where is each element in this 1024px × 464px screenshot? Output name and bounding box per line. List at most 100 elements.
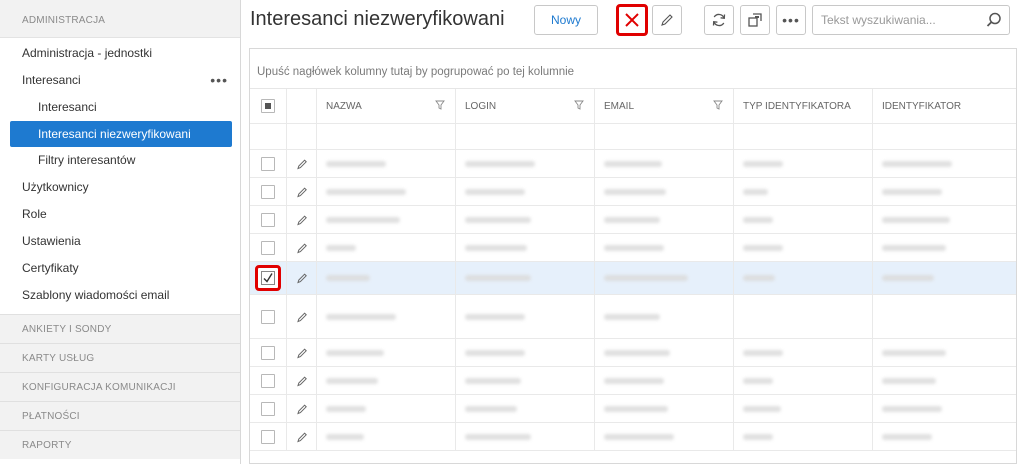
table-row[interactable] xyxy=(250,178,1016,206)
table-row[interactable] xyxy=(250,262,1016,295)
sidebar-item-administracja-jednostki[interactable]: Administracja - jednostki xyxy=(0,40,240,67)
new-button[interactable]: Nowy xyxy=(534,5,598,35)
filter-input-typ[interactable] xyxy=(734,124,873,149)
table-row[interactable] xyxy=(250,295,1016,339)
section-header-konfiguracja[interactable]: KONFIGURACJA KOMUNIKACJI xyxy=(0,372,240,401)
filter-input-identyfikator[interactable] xyxy=(873,124,1016,149)
row-edit-button[interactable] xyxy=(287,423,317,450)
redacted-value xyxy=(465,313,525,320)
filter-input-nazwa[interactable] xyxy=(317,124,456,149)
table-row[interactable] xyxy=(250,206,1016,234)
row-checkbox[interactable] xyxy=(261,156,275,171)
redacted-value xyxy=(743,244,783,251)
row-edit-button[interactable] xyxy=(287,150,317,177)
row-checkbox[interactable] xyxy=(261,373,275,388)
filter-input-email[interactable] xyxy=(595,124,734,149)
sidebar-sections: ANKIETY I SONDY KARTY USŁUG KONFIGURACJA… xyxy=(0,314,240,459)
row-edit-button[interactable] xyxy=(287,234,317,261)
redacted-value xyxy=(882,188,942,195)
column-header-login[interactable]: LOGIN xyxy=(456,89,595,123)
column-header-typ-identyfikatora[interactable]: TYP IDENTYFIKATORA xyxy=(734,89,873,123)
section-header-platnosci[interactable]: PŁATNOŚCI xyxy=(0,401,240,430)
group-panel[interactable]: Upuść nagłówek kolumny tutaj by pogrupow… xyxy=(250,49,1016,89)
table-cell xyxy=(873,367,1016,394)
sidebar-item-role[interactable]: Role xyxy=(0,201,240,228)
row-checkbox[interactable] xyxy=(261,401,275,416)
section-header-raporty[interactable]: RAPORTY xyxy=(0,430,240,459)
refresh-button[interactable] xyxy=(704,5,734,35)
table-cell xyxy=(317,423,456,450)
row-select-cell xyxy=(250,262,287,294)
row-edit-button[interactable] xyxy=(287,262,317,294)
sidebar-item-interesanci-group[interactable]: Interesanci ••• xyxy=(0,67,240,94)
sidebar-item-ustawienia[interactable]: Ustawienia xyxy=(0,228,240,255)
table-cell xyxy=(456,423,595,450)
search-icon[interactable] xyxy=(985,11,1003,29)
delete-button[interactable] xyxy=(616,4,648,36)
section-header-ankiety[interactable]: ANKIETY I SONDY xyxy=(0,314,240,343)
table-cell xyxy=(595,295,734,338)
row-edit-button[interactable] xyxy=(287,367,317,394)
sidebar-item-label: Szablony wiadomości email xyxy=(22,288,170,302)
table-row[interactable] xyxy=(250,339,1016,367)
row-select-cell xyxy=(250,367,287,394)
row-edit-button[interactable] xyxy=(287,339,317,366)
row-checkbox[interactable] xyxy=(261,345,275,360)
row-edit-button[interactable] xyxy=(287,178,317,205)
redacted-value xyxy=(882,377,936,384)
sidebar-item-interesanci-niezweryfikowani[interactable]: Interesanci niezweryfikowani xyxy=(10,121,232,147)
column-label: IDENTYFIKATOR xyxy=(882,100,962,112)
more-icon[interactable]: ••• xyxy=(210,67,228,94)
table-row[interactable] xyxy=(250,150,1016,178)
checkmark-icon xyxy=(263,273,273,283)
table-cell xyxy=(873,234,1016,261)
row-checkbox[interactable] xyxy=(261,240,275,255)
row-checkbox[interactable] xyxy=(261,309,275,324)
row-edit-button[interactable] xyxy=(287,206,317,233)
export-button[interactable] xyxy=(740,5,770,35)
row-checkbox-checked[interactable] xyxy=(255,265,281,291)
table-row[interactable] xyxy=(250,234,1016,262)
filter-input-login[interactable] xyxy=(456,124,595,149)
search-input[interactable] xyxy=(813,6,973,34)
table-cell xyxy=(317,339,456,366)
redacted-value xyxy=(743,405,781,412)
row-checkbox[interactable] xyxy=(261,184,275,199)
row-edit-button[interactable] xyxy=(287,295,317,338)
row-checkbox[interactable] xyxy=(261,429,275,444)
redacted-value xyxy=(465,188,525,195)
table-row[interactable] xyxy=(250,395,1016,423)
sidebar-item-label: Interesanci xyxy=(38,100,97,114)
edit-button[interactable] xyxy=(652,5,682,35)
filter-icon[interactable] xyxy=(713,100,723,110)
redacted-value xyxy=(326,433,364,440)
more-actions-button[interactable]: ••• xyxy=(776,5,806,35)
sidebar-item-filtry-interesantow[interactable]: Filtry interesantów xyxy=(0,147,240,174)
column-header-email[interactable]: EMAIL xyxy=(595,89,734,123)
table-row[interactable] xyxy=(250,367,1016,395)
filter-icon[interactable] xyxy=(435,100,445,110)
table-cell xyxy=(456,367,595,394)
sidebar-item-label: Interesanci niezweryfikowani xyxy=(38,127,191,141)
column-header-identyfikator[interactable]: IDENTYFIKATOR xyxy=(873,89,1016,123)
table-cell xyxy=(595,367,734,394)
table-cell xyxy=(873,206,1016,233)
table-row[interactable] xyxy=(250,423,1016,451)
row-checkbox[interactable] xyxy=(261,212,275,227)
section-header-karty-uslug[interactable]: KARTY USŁUG xyxy=(0,343,240,372)
sidebar-item-certyfikaty[interactable]: Certyfikaty xyxy=(0,255,240,282)
sidebar-item-label: Użytkownicy xyxy=(22,180,89,194)
column-label: EMAIL xyxy=(604,100,635,112)
search-box xyxy=(812,5,1010,35)
redacted-value xyxy=(743,275,775,281)
filter-icon[interactable] xyxy=(574,100,584,110)
row-edit-button[interactable] xyxy=(287,395,317,422)
pencil-icon xyxy=(296,375,307,386)
sidebar-item-interesanci[interactable]: Interesanci xyxy=(0,94,240,121)
select-all-checkbox[interactable] xyxy=(261,99,275,113)
sidebar-item-uzytkownicy[interactable]: Użytkownicy xyxy=(0,174,240,201)
table-cell xyxy=(734,262,873,294)
column-header-nazwa[interactable]: NAZWA xyxy=(317,89,456,123)
sidebar-item-szablony-email[interactable]: Szablony wiadomości email xyxy=(0,282,240,309)
section-header-administracja[interactable]: ADMINISTRACJA xyxy=(0,0,240,38)
